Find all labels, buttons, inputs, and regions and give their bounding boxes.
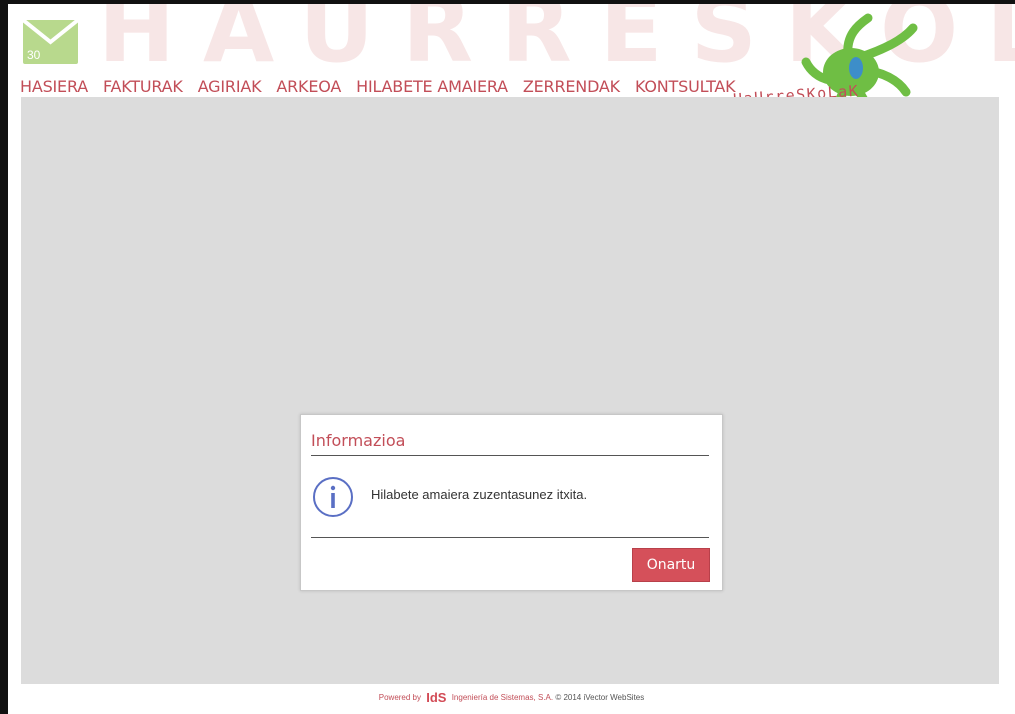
nav-item-fakturak[interactable]: FAKTURAK bbox=[103, 77, 183, 96]
nav-item-zerrendak[interactable]: ZERRENDAK bbox=[523, 77, 620, 96]
dialog-message: Hilabete amaiera zuzentasunez itxita. bbox=[371, 487, 588, 502]
footer: Powered by IdS Ingeniería de Sistemas, S… bbox=[8, 690, 1015, 705]
footer-company[interactable]: Ingeniería de Sistemas, S.A. bbox=[452, 693, 553, 702]
info-dialog: Informazioa Hilabete amaiera zuzentasune… bbox=[300, 414, 723, 591]
mail-count-badge: 30 bbox=[27, 48, 41, 62]
onartu-button[interactable]: Onartu bbox=[632, 548, 710, 582]
nav-item-hilabete-amaiera[interactable]: HILABETE AMAIERA bbox=[356, 77, 508, 96]
mail-button[interactable]: 30 bbox=[23, 20, 78, 64]
nav-item-hasiera[interactable]: HASIERA bbox=[20, 77, 88, 96]
footer-copyright: © 2014 iVector WebSites bbox=[555, 693, 645, 702]
dialog-footer-divider bbox=[311, 537, 709, 538]
main-nav: HASIERA FAKTURAK AGIRIAK ARKEOA HILABETE… bbox=[20, 77, 750, 96]
dialog-title: Informazioa bbox=[311, 431, 406, 450]
footer-powered: Powered by bbox=[378, 693, 421, 702]
dialog-title-divider bbox=[311, 455, 709, 456]
app-window: HAURRESKOLAK 30 HASIERA FAKTURAK AGIRIAK… bbox=[0, 0, 1015, 714]
nav-item-agiriak[interactable]: AGIRIAK bbox=[198, 77, 262, 96]
ids-logo[interactable]: IdS bbox=[426, 690, 446, 705]
info-icon bbox=[313, 477, 353, 517]
main-content bbox=[21, 97, 999, 684]
nav-item-arkeoa[interactable]: ARKEOA bbox=[276, 77, 341, 96]
